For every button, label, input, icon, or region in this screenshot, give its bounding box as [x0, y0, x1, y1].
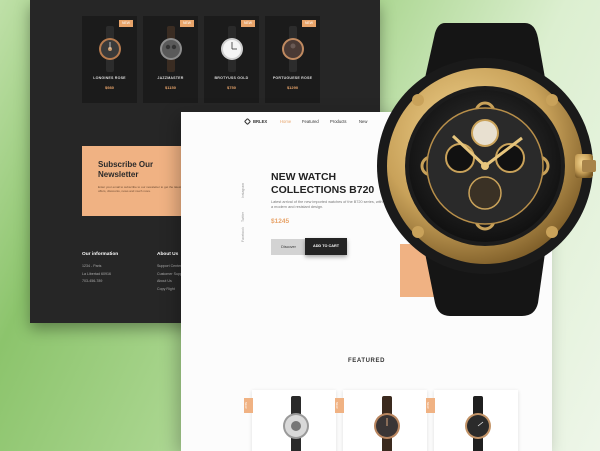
nav-featured[interactable]: Featured [302, 119, 319, 124]
hero-price: $1245 [271, 218, 290, 225]
product-name: BROTYUSS GOLD [214, 76, 249, 80]
newsletter-text: Enter your email to subscribe to our new… [98, 185, 182, 194]
newsletter-title: Subscribe Our Newsletter [98, 160, 154, 179]
product-name: PORTUGUESE ROSE [272, 76, 313, 80]
featured-title: FEATURED [347, 358, 386, 364]
product-name: JAZZMASTER [157, 76, 184, 80]
logo-text: BRLEX [253, 119, 268, 124]
add-to-cart-button[interactable]: ADD TO CART [305, 238, 347, 255]
watch-image [282, 26, 304, 72]
footer-info-column: Our information 1234 - Paris La Libertad… [82, 252, 118, 286]
new-badge: NEW [335, 398, 344, 413]
hero-watch-image [377, 23, 596, 316]
featured-card[interactable]: NEW [244, 390, 336, 451]
nav-home[interactable]: Home [280, 119, 291, 124]
product-card[interactable]: NEW JAZZMASTER $1150 [143, 16, 198, 103]
watch-image [465, 396, 491, 451]
site-logo[interactable]: BRLEX [243, 118, 268, 126]
social-facebook[interactable]: Facebook [241, 227, 245, 242]
watch-image [221, 26, 243, 72]
featured-card[interactable]: NEW [426, 390, 518, 451]
product-price: $1290 [286, 85, 299, 90]
watch-image [160, 26, 182, 72]
nav-products[interactable]: Products [330, 119, 347, 124]
product-card[interactable]: NEW BROTYUSS GOLD $750 [204, 16, 259, 103]
social-instagram[interactable]: Instagram [241, 183, 245, 198]
product-price: $1150 [165, 85, 176, 90]
footer-info-line: 1234 - Paris [82, 264, 102, 268]
footer-info-title: Our information [82, 252, 119, 257]
newsletter-section: Subscribe Our Newsletter Enter your emai… [82, 146, 192, 216]
product-name: LONGINES ROSE [93, 76, 126, 80]
product-price: $750 [227, 85, 236, 90]
product-price: $980 [105, 85, 114, 90]
social-twitter[interactable]: Twitter [241, 212, 245, 222]
discover-button[interactable]: Discover [271, 239, 306, 255]
watch-image [283, 396, 309, 451]
footer-info-line: La Libertad 60916 [82, 271, 111, 276]
featured-card[interactable]: NEW [335, 390, 427, 451]
watch-image [374, 396, 400, 451]
product-card[interactable]: NEW PORTUGUESE ROSE $1290 [265, 16, 320, 103]
footer-info-line: 703-456-789 [82, 279, 103, 283]
watch-image [99, 26, 121, 72]
logo-diamond-icon [243, 118, 252, 126]
product-card[interactable]: NEW LONGINES ROSE $980 [82, 16, 137, 103]
new-badge: NEW [244, 398, 253, 413]
new-badge: NEW [426, 398, 435, 413]
